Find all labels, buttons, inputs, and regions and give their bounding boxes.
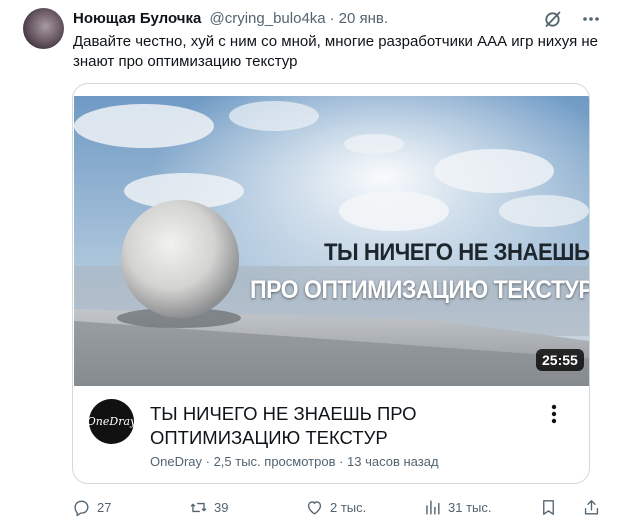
avatar[interactable] — [23, 8, 64, 49]
reply-icon — [74, 500, 89, 516]
share-icon — [584, 499, 599, 515]
post-text: Давайте честно, хуй с ним со мной, многи… — [73, 33, 599, 70]
views-icon — [426, 499, 440, 515]
like-count: 2 тыс. — [330, 499, 367, 515]
action-bar: 27 39 2 тыс. 31 тыс. — [72, 496, 602, 520]
like-button[interactable]: 2 тыс. — [305, 496, 366, 518]
more-icon[interactable] — [580, 8, 602, 30]
video-meta: OneDray · 2,5 тыс. просмотров · 13 часов… — [150, 454, 439, 469]
views-button[interactable]: 31 тыс. — [423, 496, 491, 518]
reply-button[interactable]: 27 — [72, 496, 111, 518]
kebab-icon[interactable] — [545, 402, 563, 426]
channel-logo[interactable]: OneDray — [87, 399, 136, 444]
post-date[interactable]: 20 янв. — [339, 10, 388, 27]
author-handle[interactable]: @crying_bulo4ka — [210, 10, 326, 27]
retweet-button[interactable]: 39 — [189, 496, 228, 518]
thumbnail-overlay-line2: ПРО ОПТИМИЗАЦИЮ ТЕКСТУР — [250, 276, 589, 304]
author-name[interactable]: Ноющая Булочка — [73, 10, 201, 27]
video-thumbnail[interactable]: ТЫ НИЧЕГО НЕ ЗНАЕШЬ ПРО ОПТИМИЗАЦИЮ ТЕКС… — [74, 96, 589, 386]
like-icon — [307, 500, 322, 515]
retweet-count: 39 — [214, 499, 229, 515]
share-button[interactable] — [582, 496, 607, 518]
video-card[interactable]: ТЫ НИЧЕГО НЕ ЗНАЕШЬ ПРО ОПТИМИЗАЦИЮ ТЕКС… — [72, 83, 590, 484]
bookmark-button[interactable] — [539, 496, 564, 518]
video-duration-badge: 25:55 — [536, 349, 584, 371]
reply-count: 27 — [97, 499, 112, 515]
bookmark-icon — [543, 499, 554, 515]
retweet-icon — [190, 502, 207, 512]
video-title[interactable]: ТЫ НИЧЕГО НЕ ЗНАЕШЬ ПРО ОПТИМИЗАЦИЮ ТЕКС… — [150, 402, 530, 450]
thumbnail-overlay-line1: ТЫ НИЧЕГО НЕ ЗНАЕШЬ — [324, 239, 589, 266]
post-header: Ноющая Булочка @crying_bulo4ka · 20 янв. — [73, 10, 388, 27]
separator-dot: · — [329, 10, 335, 27]
views-count: 31 тыс. — [448, 499, 492, 515]
grok-icon[interactable] — [543, 9, 563, 29]
